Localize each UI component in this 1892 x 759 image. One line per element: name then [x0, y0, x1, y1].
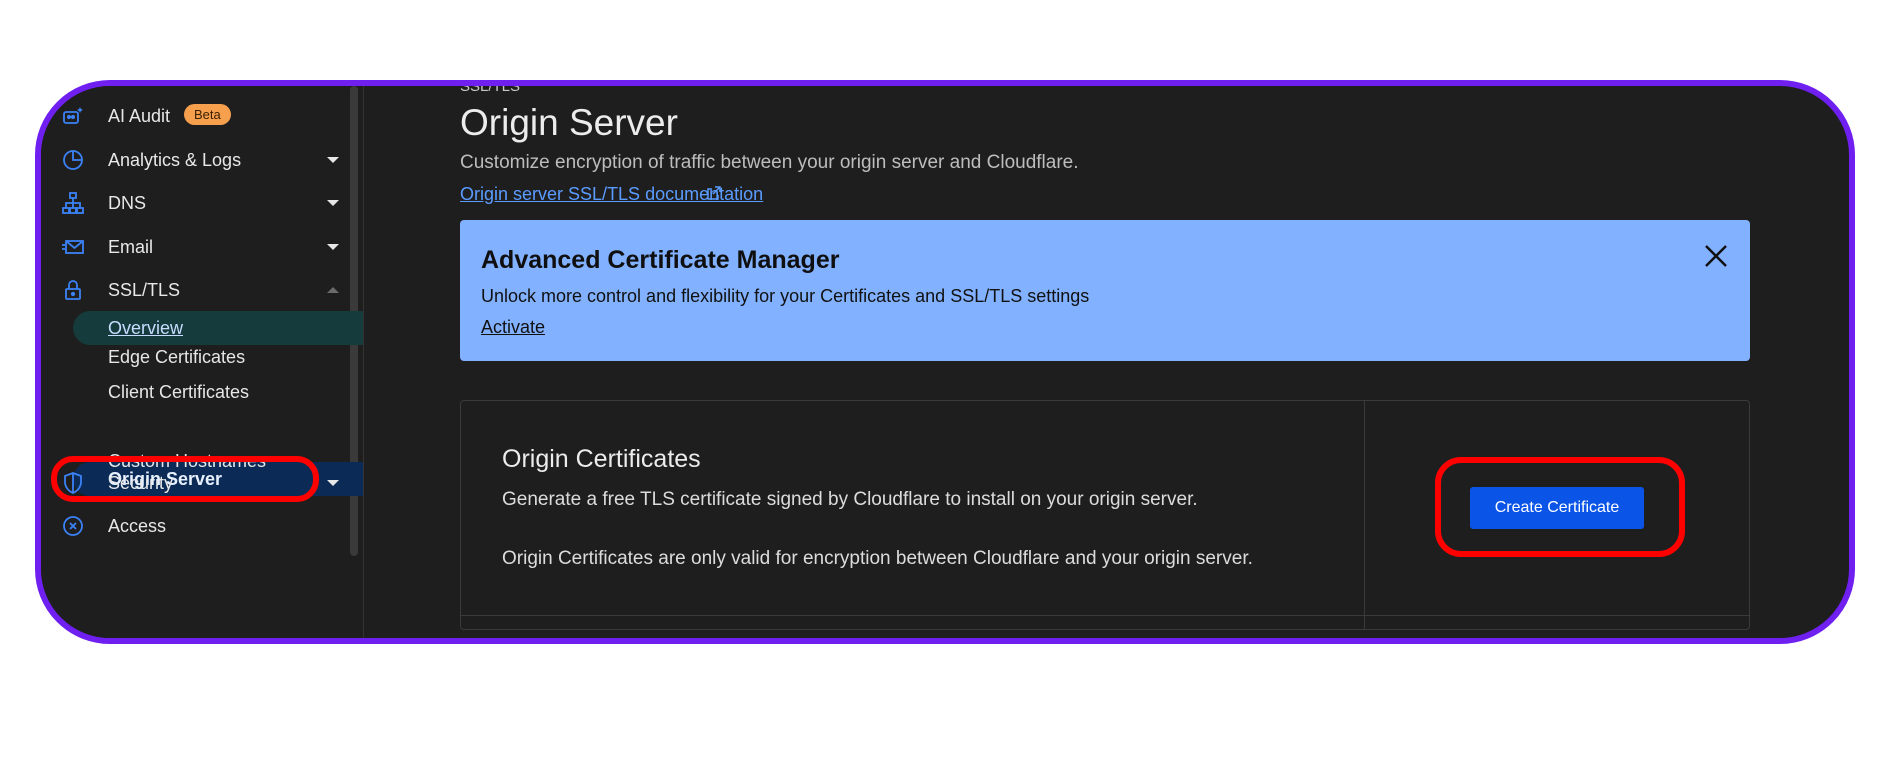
activate-link[interactable]: Activate — [481, 317, 545, 338]
external-link-icon[interactable] — [706, 185, 722, 201]
main-content: SSL/TLS Origin Server Customize encrypti… — [363, 86, 1849, 638]
chevron-up-icon — [327, 287, 339, 293]
lock-icon — [65, 280, 81, 300]
card-divider-bottom — [461, 615, 1749, 616]
network-icon — [62, 192, 84, 214]
card-note: Origin Certificates are only valid for e… — [502, 548, 1253, 569]
chart-pie-icon — [63, 150, 83, 170]
sidebar-subitem-edge-certificates[interactable]: Edge Certificates — [73, 340, 363, 374]
banner-title: Advanced Certificate Manager — [481, 246, 840, 274]
sidebar-item-label: Access — [108, 515, 167, 536]
sidebar-item-label: SSL/TLS — [108, 279, 181, 300]
sidebar-subitem-label: Overview — [108, 317, 184, 338]
page-title: Origin Server — [460, 102, 678, 143]
origin-certificates-card: Origin Certificates Generate a free TLS … — [460, 400, 1750, 630]
sidebar-item-label: Analytics & Logs — [108, 149, 242, 170]
card-description: Generate a free TLS certificate signed b… — [502, 489, 1198, 510]
sidebar-subitem-label: Edge Certificates — [108, 346, 246, 367]
sidebar-item-ssl-tls[interactable]: SSL/TLS — [41, 270, 351, 310]
highlight-ring-create-certificate — [1435, 457, 1685, 557]
sidebar-item-analytics[interactable]: Analytics & Logs — [41, 140, 351, 180]
sidebar-item-access[interactable]: Access — [41, 506, 351, 546]
chevron-down-icon — [327, 480, 339, 486]
chevron-down-icon — [327, 200, 339, 206]
app-window: AI Audit Beta Analytics & Logs DNS Email — [35, 80, 1855, 644]
sidebar-item-label: Email — [108, 236, 154, 257]
highlight-ring-origin-server — [51, 456, 319, 502]
email-icon — [62, 240, 84, 254]
sidebar-item-ai-audit[interactable]: AI Audit Beta — [41, 96, 351, 136]
acm-banner: Advanced Certificate Manager Unlock more… — [460, 220, 1750, 361]
beta-badge: Beta — [184, 104, 231, 125]
sidebar-subitem-client-certificates[interactable]: Client Certificates — [73, 375, 363, 409]
page-description: Customize encryption of traffic between … — [460, 152, 1079, 173]
close-icon[interactable] — [1700, 240, 1732, 272]
card-divider — [1364, 401, 1365, 629]
robot-icon — [63, 107, 83, 124]
sidebar: AI Audit Beta Analytics & Logs DNS Email — [41, 86, 364, 638]
sidebar-subitem-label: Client Certificates — [108, 381, 250, 402]
chevron-down-icon — [327, 244, 339, 250]
chevron-down-icon — [327, 157, 339, 163]
banner-description: Unlock more control and flexibility for … — [481, 286, 1090, 306]
sidebar-item-label: AI Audit — [108, 105, 171, 126]
access-icon — [63, 516, 83, 536]
sidebar-item-email[interactable]: Email — [41, 227, 351, 267]
sidebar-item-label: DNS — [108, 192, 147, 213]
card-title: Origin Certificates — [502, 445, 701, 473]
breadcrumb[interactable]: SSL/TLS — [460, 86, 520, 95]
sidebar-item-dns[interactable]: DNS — [41, 183, 351, 223]
